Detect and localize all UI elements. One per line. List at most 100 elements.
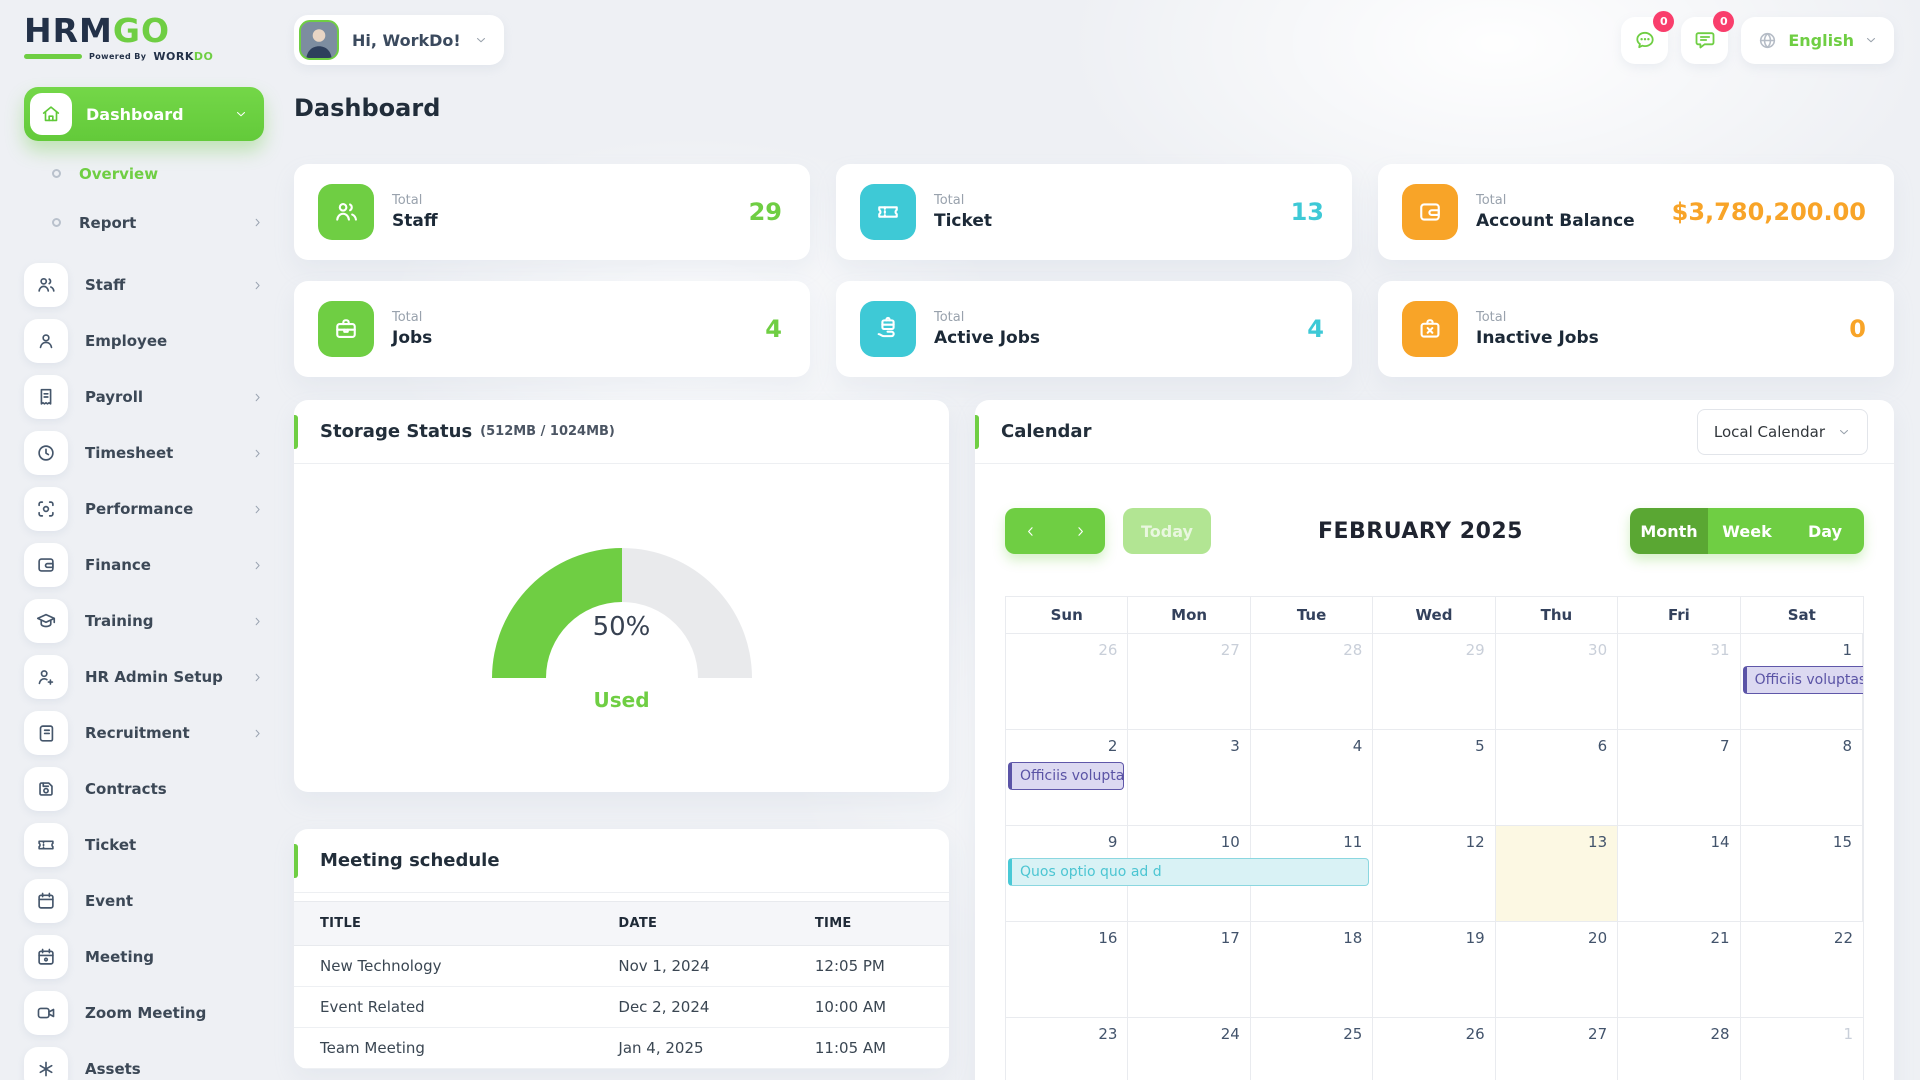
calendar-day-cell[interactable]: 26 (1006, 634, 1128, 730)
sidebar-item-ticket[interactable]: Ticket (24, 823, 264, 867)
sidebar-item-assets[interactable]: Assets (24, 1047, 264, 1080)
sidebar-item-timesheet[interactable]: Timesheet (24, 431, 264, 475)
sidebar-item-dashboard[interactable]: Dashboard (24, 87, 264, 141)
calendar-source-label: Local Calendar (1714, 423, 1825, 441)
calendar-day-cell[interactable]: 19 (1373, 922, 1495, 1018)
meeting-column-header: DATE (608, 902, 805, 946)
storage-percent: 50% (492, 612, 752, 642)
calendar-day-cell[interactable]: 31 (1618, 634, 1740, 730)
calendar-day-cell[interactable]: 12 (1373, 826, 1495, 922)
stat-value: 4 (765, 315, 782, 343)
view-day-button[interactable]: Day (1786, 508, 1864, 554)
calendar-day-cell[interactable]: 16 (1006, 922, 1128, 1018)
calendar-week-row: 9101112131415Quos optio quo ad d (1006, 826, 1863, 922)
table-row: Team MeetingJan 4, 202511:05 AM (294, 1028, 949, 1069)
stat-value: $3,780,200.00 (1672, 198, 1866, 226)
topbar: Hi, WorkDo! 0 0 English (294, 12, 1894, 68)
calendar-day-cell[interactable]: 21 (1618, 922, 1740, 1018)
storage-title: Storage Status (320, 421, 472, 442)
calendar-day-cell[interactable]: 25 (1251, 1018, 1373, 1080)
logo-underline (24, 54, 82, 59)
calendar-day-cell-today[interactable]: 13 (1496, 826, 1618, 922)
calendar-day-cell[interactable]: 4 (1251, 730, 1373, 826)
user-menu-button[interactable]: Hi, WorkDo! (294, 15, 504, 65)
next-month-button[interactable] (1073, 524, 1088, 539)
calendar-day-cell[interactable]: 26 (1373, 1018, 1495, 1080)
sidebar-item-event[interactable]: Event (24, 879, 264, 923)
briefcase-hand-icon (860, 301, 916, 357)
table-cell: 10:00 AM (805, 987, 949, 1028)
sidebar-item-hr-admin-setup[interactable]: HR Admin Setup (24, 655, 264, 699)
calendar-event[interactable]: Officiis voluptas c (1743, 666, 1863, 694)
table-cell: Event Related (294, 987, 608, 1028)
graduation-icon (24, 599, 68, 643)
sidebar-item-performance[interactable]: Performance (24, 487, 264, 531)
dashboard-submenu: OverviewReport (24, 141, 264, 251)
sidebar-item-recruitment[interactable]: Recruitment (24, 711, 264, 755)
notifications-button[interactable]: 0 (1681, 17, 1728, 64)
main-area: Hi, WorkDo! 0 0 English Dashboar (284, 0, 1920, 1080)
chevron-down-icon (474, 33, 488, 47)
calendar-day-cell[interactable]: 27 (1128, 634, 1250, 730)
meeting-schedule-panel: Meeting schedule TITLEDATETIME New Techn… (294, 829, 949, 1069)
calendar-day-cell[interactable]: 5 (1373, 730, 1495, 826)
calendar-day-cell[interactable]: 8 (1741, 730, 1863, 826)
calendar-day-cell[interactable]: 1 (1741, 1018, 1863, 1080)
calendar-event[interactable]: Quos optio quo ad d (1008, 858, 1369, 886)
sidebar-item-training[interactable]: Training (24, 599, 264, 643)
calendar-day-cell[interactable]: 29 (1373, 634, 1495, 730)
weekday-label: Sun (1006, 597, 1128, 634)
calendar-day-cell[interactable]: 22 (1741, 922, 1863, 1018)
sidebar-item-staff[interactable]: Staff (24, 263, 264, 307)
calendar-day-cell[interactable]: 28 (1618, 1018, 1740, 1080)
stat-label: Total (392, 193, 438, 208)
powered-by-label: Powered By (89, 52, 146, 61)
chevron-right-icon (251, 279, 264, 292)
calendar-day-cell[interactable]: 14 (1618, 826, 1740, 922)
sidebar-item-employee[interactable]: Employee (24, 319, 264, 363)
calendar-icon (24, 879, 68, 923)
calendar-source-select[interactable]: Local Calendar (1697, 409, 1868, 455)
calendar-day-cell[interactable]: 18 (1251, 922, 1373, 1018)
calendar-day-cell[interactable]: 7 (1618, 730, 1740, 826)
sidebar-item-finance[interactable]: Finance (24, 543, 264, 587)
storage-status-panel: Storage Status (512MB / 1024MB) 50% Used (294, 400, 949, 792)
app-root: HRMGO Powered By WORKDO Dashboard Overvi… (0, 0, 1920, 1080)
chat-button[interactable]: 0 (1621, 17, 1668, 64)
sidebar-subitem-overview[interactable]: Overview (36, 149, 264, 198)
prev-month-button[interactable] (1023, 524, 1038, 539)
view-week-button[interactable]: Week (1708, 508, 1786, 554)
today-button[interactable]: Today (1123, 508, 1211, 554)
calendar-day-cell[interactable]: 6 (1496, 730, 1618, 826)
sidebar-item-meeting[interactable]: Meeting (24, 935, 264, 979)
sidebar-item-zoom-meeting[interactable]: Zoom Meeting (24, 991, 264, 1035)
calendar-day-cell[interactable]: 20 (1496, 922, 1618, 1018)
stats-grid: TotalStaff29TotalTicket13TotalAccount Ba… (294, 164, 1894, 377)
sidebar-item-label: Performance (85, 500, 234, 518)
chevron-right-icon (251, 391, 264, 404)
calendar-day-cell[interactable]: 28 (1251, 634, 1373, 730)
stat-label: Total (392, 310, 432, 325)
sidebar-item-contracts[interactable]: Contracts (24, 767, 264, 811)
calendar-day-cell[interactable]: 23 (1006, 1018, 1128, 1080)
chevron-right-icon (251, 615, 264, 628)
calendar-event[interactable]: Officiis voluptas c (1008, 762, 1124, 790)
stat-card-active-jobs: TotalActive Jobs4 (836, 281, 1352, 377)
sidebar: HRMGO Powered By WORKDO Dashboard Overvi… (0, 0, 284, 1080)
calendar-day-cell[interactable]: 3 (1128, 730, 1250, 826)
stat-name: Jobs (392, 328, 432, 348)
calendar-day-cell[interactable]: 24 (1128, 1018, 1250, 1080)
table-cell: 12:05 PM (805, 946, 949, 987)
stat-card-ticket: TotalTicket13 (836, 164, 1352, 260)
ticket-icon (860, 184, 916, 240)
sidebar-item-label: HR Admin Setup (85, 668, 234, 686)
language-selector[interactable]: English (1741, 17, 1894, 64)
sidebar-item-payroll[interactable]: Payroll (24, 375, 264, 419)
view-month-button[interactable]: Month (1630, 508, 1708, 554)
sidebar-subitem-report[interactable]: Report (36, 198, 264, 247)
calendar-day-cell[interactable]: 15 (1741, 826, 1863, 922)
sidebar-item-label: Payroll (85, 388, 234, 406)
calendar-day-cell[interactable]: 30 (1496, 634, 1618, 730)
calendar-day-cell[interactable]: 27 (1496, 1018, 1618, 1080)
calendar-day-cell[interactable]: 17 (1128, 922, 1250, 1018)
